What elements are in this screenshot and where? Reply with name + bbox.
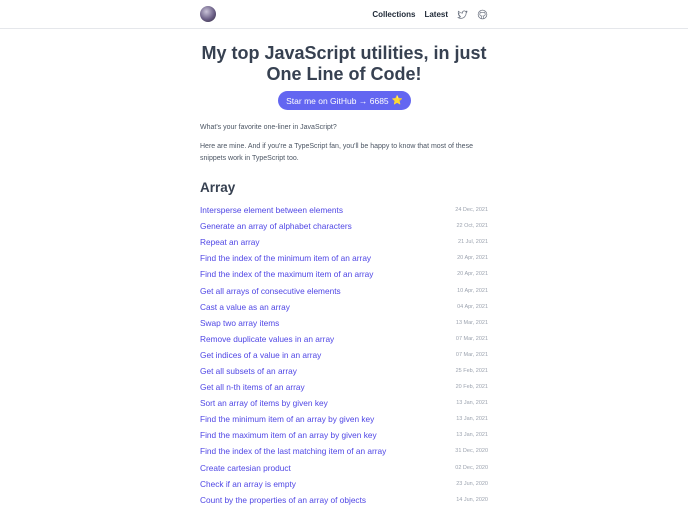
- page-title-line-2: One Line of Code!: [266, 64, 422, 84]
- list-item: Find the index of the last matching item…: [200, 443, 488, 459]
- snippet-link[interactable]: Find the maximum item of an array by giv…: [200, 430, 377, 440]
- star-button-label: Star me on GitHub → 6685: [286, 95, 389, 106]
- nav-latest-link[interactable]: Latest: [424, 10, 448, 19]
- snippet-date: 31 Dec, 2020: [455, 448, 488, 455]
- snippet-link[interactable]: Create cartesian product: [200, 463, 291, 473]
- snippet-date: 20 Feb, 2021: [455, 384, 488, 391]
- snippet-date: 02 Dec, 2020: [455, 464, 488, 471]
- snippet-link[interactable]: Find the index of the minimum item of an…: [200, 253, 371, 263]
- snippet-link[interactable]: Remove duplicate values in an array: [200, 334, 334, 344]
- page-title-line-1: My top JavaScript utilities, in just: [201, 43, 487, 63]
- github-icon[interactable]: [477, 9, 488, 20]
- snippet-link[interactable]: Get all arrays of consecutive elements: [200, 286, 341, 296]
- snippet-date: 24 Dec, 2021: [455, 207, 488, 214]
- snippet-date: 07 Mar, 2021: [455, 351, 488, 358]
- snippet-link[interactable]: Count by the properties of an array of o…: [200, 495, 366, 505]
- snippet-link[interactable]: Repeat an array: [200, 237, 260, 247]
- snippet-link[interactable]: Find the index of the last matching item…: [200, 446, 386, 456]
- snippet-link[interactable]: Find the index of the maximum item of an…: [200, 269, 373, 279]
- star-icon: ⭐: [391, 95, 403, 105]
- avatar-logo[interactable]: [200, 6, 216, 22]
- snippet-link[interactable]: Check if an array is empty: [200, 479, 296, 489]
- list-item: Swap two array items 13 Mar, 2021: [200, 315, 488, 331]
- list-item: Find the maximum item of an array by giv…: [200, 427, 488, 443]
- snippet-date: 13 Mar, 2021: [455, 319, 488, 326]
- list-item: Get all arrays of consecutive elements 10…: [200, 282, 488, 298]
- nav-collections-link[interactable]: Collections: [372, 10, 415, 19]
- list-item: Cast a value as an array 04 Apr, 2021: [200, 299, 488, 315]
- snippet-link[interactable]: Sort an array of items by given key: [200, 398, 328, 408]
- list-item: Check if an array is empty 23 Jun, 2020: [200, 476, 488, 492]
- list-item: Find the minimum item of an array by giv…: [200, 411, 488, 427]
- list-item: Create cartesian product 02 Dec, 2020: [200, 460, 488, 476]
- snippet-date: 07 Mar, 2021: [455, 335, 488, 342]
- snippet-date: 20 Apr, 2021: [457, 271, 488, 278]
- list-item: Count by the properties of an array of o…: [200, 492, 488, 508]
- snippet-link[interactable]: Get all subsets of an array: [200, 366, 297, 376]
- list-item: Find the index of the minimum item of an…: [200, 250, 488, 266]
- list-item: Repeat an array 21 Jul, 2021: [200, 234, 488, 250]
- snippet-link[interactable]: Swap two array items: [200, 318, 279, 328]
- snippet-link[interactable]: Generate an array of alphabet characters: [200, 221, 352, 231]
- snippet-date: 21 Jul, 2021: [458, 239, 488, 246]
- section-title-array: Array: [200, 180, 236, 195]
- twitter-icon[interactable]: [457, 9, 468, 20]
- snippet-date: 25 Feb, 2021: [455, 367, 488, 374]
- snippet-link[interactable]: Find the minimum item of an array by giv…: [200, 414, 374, 424]
- site-header: Collections Latest: [0, 0, 688, 29]
- star-on-github-button[interactable]: Star me on GitHub → 6685 ⭐: [278, 91, 411, 110]
- snippet-date: 04 Apr, 2021: [457, 303, 488, 310]
- snippet-link[interactable]: Get all n-th items of an array: [200, 382, 305, 392]
- snippet-date: 13 Jan, 2021: [456, 432, 488, 439]
- list-item: Get all subsets of an array 25 Feb, 2021: [200, 363, 488, 379]
- snippet-date: 13 Jan, 2021: [456, 400, 488, 407]
- snippet-date: 13 Jan, 2021: [456, 416, 488, 423]
- list-item: Sort an array of items by given key 13 Ja…: [200, 395, 488, 411]
- snippet-link[interactable]: Cast a value as an array: [200, 302, 290, 312]
- snippet-date: 10 Apr, 2021: [457, 287, 488, 294]
- snippet-date: 23 Jun, 2020: [456, 480, 488, 487]
- top-nav: Collections Latest: [372, 0, 488, 29]
- snippet-date: 14 Jun, 2020: [456, 496, 488, 503]
- list-item: Find the index of the maximum item of an…: [200, 266, 488, 282]
- list-item: Get all n-th items of an array 20 Feb, 20…: [200, 379, 488, 395]
- snippet-list: Intersperse element between elements 24 D…: [200, 202, 488, 508]
- intro-paragraph: Here are mine. And if you're a TypeScrip…: [200, 143, 473, 162]
- intro-question: What's your favorite one-liner in JavaSc…: [200, 124, 337, 131]
- snippet-date: 20 Apr, 2021: [457, 255, 488, 262]
- list-item: Remove duplicate values in an array 07 Ma…: [200, 331, 488, 347]
- snippet-link[interactable]: Intersperse element between elements: [200, 205, 343, 215]
- list-item: Intersperse element between elements 24 D…: [200, 202, 488, 218]
- snippet-date: 22 Oct, 2021: [456, 223, 489, 230]
- list-item: Generate an array of alphabet characters…: [200, 218, 488, 234]
- page-title: My top JavaScript utilities, in just One…: [0, 43, 688, 85]
- list-item: Get indices of a value in an array 07 Mar…: [200, 347, 488, 363]
- snippet-link[interactable]: Get indices of a value in an array: [200, 350, 321, 360]
